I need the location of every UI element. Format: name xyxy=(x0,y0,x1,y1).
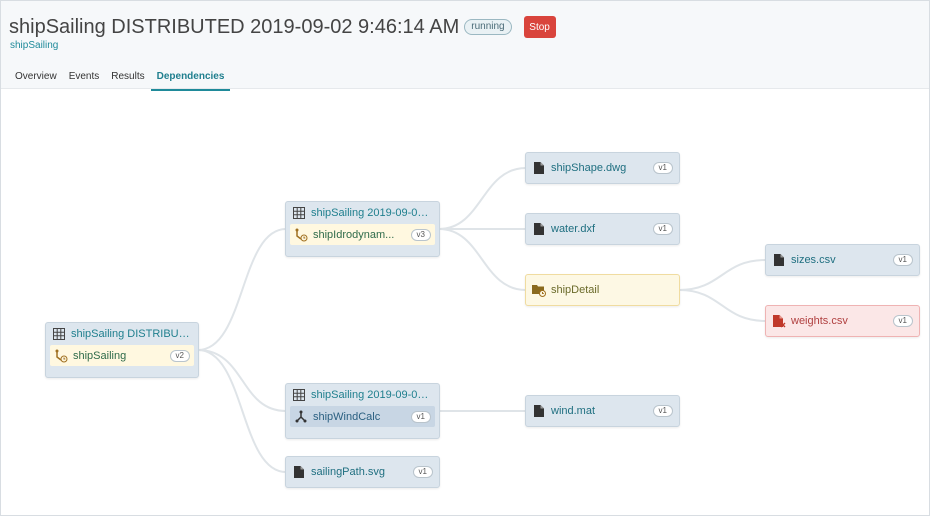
edge-root-run-a xyxy=(197,228,287,351)
title-row: shipSailing DISTRIBUTED 2019-09-02 9:46:… xyxy=(9,14,556,40)
version-badge: v1 xyxy=(892,254,913,266)
tab-results[interactable]: Results xyxy=(105,65,150,91)
node-run-b[interactable]: shipSailing 2019-09-02 ... shipWindCalc … xyxy=(285,383,440,439)
grid-icon xyxy=(292,206,306,220)
node-file-water[interactable]: water.dxf v1 xyxy=(525,213,680,245)
node-root-run-title: shipSailing DISTRIBUTED... xyxy=(71,328,192,340)
node-root-run-header: shipSailing DISTRIBUTED... xyxy=(46,323,198,345)
process-icon xyxy=(294,410,308,424)
tab-overview[interactable]: Overview xyxy=(9,65,63,91)
node-root-run[interactable]: shipSailing DISTRIBUTED... shipSailing v… xyxy=(45,322,199,378)
tab-dependencies[interactable]: Dependencies xyxy=(150,65,231,91)
node-run-b-process-label: shipWindCalc xyxy=(313,410,381,423)
version-badge: v3 xyxy=(410,228,431,241)
node-file-weights[interactable]: weights.csv v1 xyxy=(765,305,920,337)
file-name: water.dxf xyxy=(551,223,596,235)
dependency-graph: shipSailing DISTRIBUTED... shipSailing v… xyxy=(0,90,930,516)
edge-root-run-b xyxy=(197,349,287,412)
version-badge: v1 xyxy=(652,162,673,174)
file-name: wind.mat xyxy=(551,405,596,417)
node-file-ship-shape[interactable]: shipShape.dwg v1 xyxy=(525,152,680,184)
version-badge: v1 xyxy=(410,410,431,423)
file-name: weights.csv xyxy=(791,315,848,327)
edge-root-sailing-path xyxy=(197,349,287,473)
node-file-sizes[interactable]: sizes.csv v1 xyxy=(765,244,920,276)
version-badge: v1 xyxy=(652,405,673,417)
grid-icon xyxy=(52,327,66,341)
edge-run-a-ship-shape xyxy=(438,167,527,230)
node-run-a-header: shipSailing 2019-09-02 ... xyxy=(286,202,439,224)
file-name: sizes.csv xyxy=(791,254,836,266)
folder-icon xyxy=(532,283,546,297)
grid-icon xyxy=(292,388,306,402)
tab-events[interactable]: Events xyxy=(63,65,106,91)
node-run-b-header: shipSailing 2019-09-02 ... xyxy=(286,384,439,406)
node-run-b-process[interactable]: shipWindCalc v1 xyxy=(290,406,435,427)
file-icon xyxy=(532,222,546,236)
graph-edges xyxy=(197,167,767,473)
file-error-icon xyxy=(772,314,786,328)
node-run-a-process-label: shipIdrodynam... xyxy=(313,228,395,241)
file-icon xyxy=(532,404,546,418)
node-root-process-label: shipSailing xyxy=(73,349,127,362)
node-root-process[interactable]: shipSailing v2 xyxy=(50,345,194,366)
file-icon xyxy=(292,465,306,479)
node-file-wind[interactable]: wind.mat v1 xyxy=(525,395,680,427)
page-title: shipSailing DISTRIBUTED 2019-09-02 9:46:… xyxy=(9,15,460,38)
process-icon xyxy=(294,228,308,242)
node-run-a-process[interactable]: shipIdrodynam... v3 xyxy=(290,224,435,245)
node-folder-ship-detail[interactable]: shipDetail xyxy=(525,274,680,306)
version-badge: v1 xyxy=(652,223,673,235)
subtitle-link[interactable]: shipSailing xyxy=(10,40,58,51)
node-run-b-title: shipSailing 2019-09-02 ... xyxy=(311,389,433,401)
node-run-a-title: shipSailing 2019-09-02 ... xyxy=(311,207,433,219)
stop-button[interactable]: Stop xyxy=(523,16,556,38)
edge-ship-detail-weights xyxy=(678,289,767,322)
page-header: shipSailing DISTRIBUTED 2019-09-02 9:46:… xyxy=(1,1,929,91)
edge-ship-detail-sizes xyxy=(678,259,767,291)
node-run-a[interactable]: shipSailing 2019-09-02 ... shipIdrodynam… xyxy=(285,201,440,257)
version-badge: v1 xyxy=(412,466,433,478)
node-file-sailing-path[interactable]: sailingPath.svg v1 xyxy=(285,456,440,488)
folder-name: shipDetail xyxy=(551,284,600,296)
file-name: sailingPath.svg xyxy=(311,466,385,478)
version-badge: v1 xyxy=(892,315,913,327)
file-icon xyxy=(532,161,546,175)
version-badge: v2 xyxy=(169,349,190,362)
status-badge: running xyxy=(464,19,512,35)
file-name: shipShape.dwg xyxy=(551,162,627,174)
edge-run-a-ship-detail xyxy=(438,228,527,291)
file-icon xyxy=(772,253,786,267)
tab-bar: Overview Events Results Dependencies xyxy=(9,65,231,91)
process-icon xyxy=(54,349,68,363)
